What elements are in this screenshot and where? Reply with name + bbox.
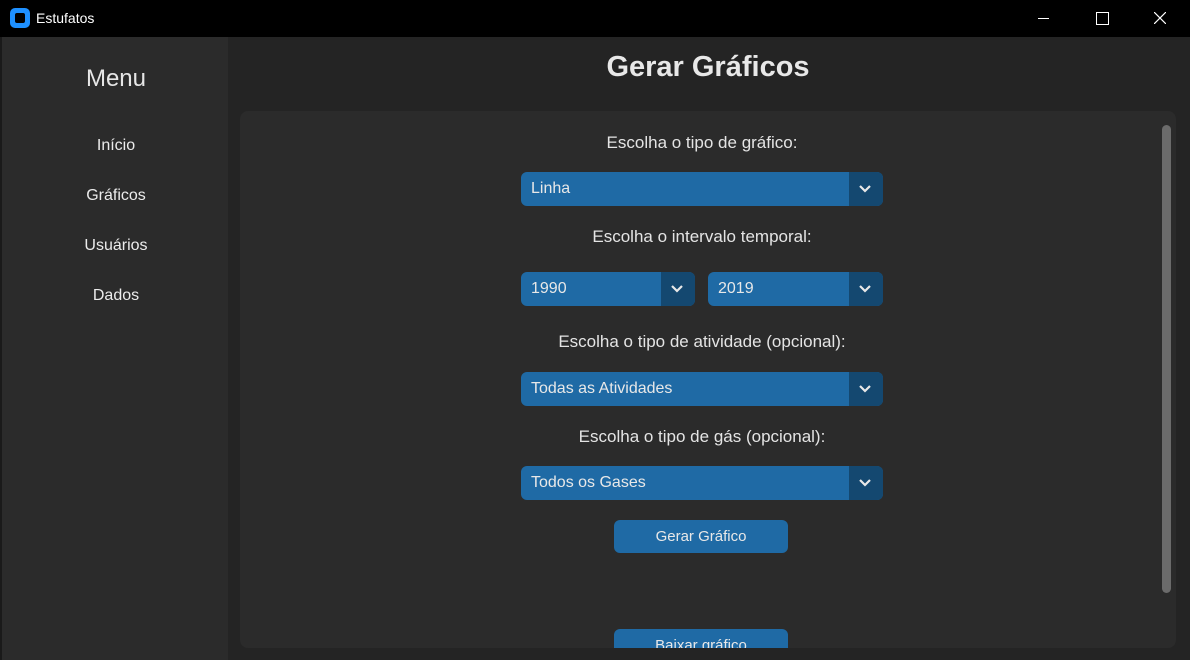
sidebar-item-inicio[interactable]: Início — [2, 137, 230, 155]
chart-type-label: Escolha o tipo de gráfico: — [606, 133, 798, 152]
form-panel: Escolha o tipo de gráfico: Linha Escolha… — [240, 111, 1176, 648]
gas-value: Todos os Gases — [531, 474, 646, 491]
start-year-select[interactable]: 1990 — [521, 272, 695, 306]
chart-type-select[interactable]: Linha — [521, 172, 883, 206]
download-chart-button[interactable]: Baixar gráfico — [614, 629, 788, 648]
generate-chart-button[interactable]: Gerar Gráfico — [614, 520, 788, 553]
start-year-dropdown-arrow[interactable] — [661, 272, 695, 306]
sidebar-item-usuarios[interactable]: Usuários — [2, 237, 230, 255]
title-bar: Estufatos — [0, 0, 1190, 37]
activity-value: Todas as Atividades — [531, 380, 673, 397]
app-icon — [10, 8, 30, 28]
gas-dropdown-arrow[interactable] — [849, 466, 883, 500]
end-year-select[interactable]: 2019 — [708, 272, 883, 306]
chart-type-dropdown-arrow[interactable] — [849, 172, 883, 206]
chevron-down-icon — [859, 385, 871, 393]
minimize-button[interactable] — [1015, 0, 1073, 37]
gas-label: Escolha o tipo de gás (opcional): — [578, 427, 826, 446]
chart-type-value: Linha — [531, 180, 571, 197]
chevron-down-icon — [671, 285, 683, 293]
end-year-value: 2019 — [718, 280, 754, 297]
end-year-dropdown-arrow[interactable] — [849, 272, 883, 306]
activity-dropdown-arrow[interactable] — [849, 372, 883, 406]
vertical-scrollbar[interactable] — [1162, 125, 1171, 593]
maximize-button[interactable] — [1073, 0, 1131, 37]
sidebar-item-graficos[interactable]: Gráficos — [2, 187, 230, 205]
app-window: Estufatos Menu Início Gráficos Usuários … — [0, 0, 1190, 660]
page-title: Gerar Gráficos — [606, 51, 810, 83]
gas-select[interactable]: Todos os Gases — [521, 466, 883, 500]
main-content: Gerar Gráficos Escolha o tipo de gráfico… — [228, 37, 1190, 660]
chevron-down-icon — [859, 285, 871, 293]
sidebar: Menu Início Gráficos Usuários Dados — [0, 37, 228, 660]
sidebar-item-dados[interactable]: Dados — [2, 287, 230, 305]
chevron-down-icon — [859, 479, 871, 487]
chevron-down-icon — [859, 185, 871, 193]
interval-label: Escolha o intervalo temporal: — [592, 227, 812, 246]
start-year-value: 1990 — [531, 280, 567, 297]
sidebar-title: Menu — [85, 65, 147, 92]
window-title: Estufatos — [36, 10, 95, 26]
close-icon — [1154, 12, 1166, 24]
close-button[interactable] — [1131, 0, 1189, 37]
activity-select[interactable]: Todas as Atividades — [521, 372, 883, 406]
activity-label: Escolha o tipo de atividade (opcional): — [558, 332, 846, 351]
